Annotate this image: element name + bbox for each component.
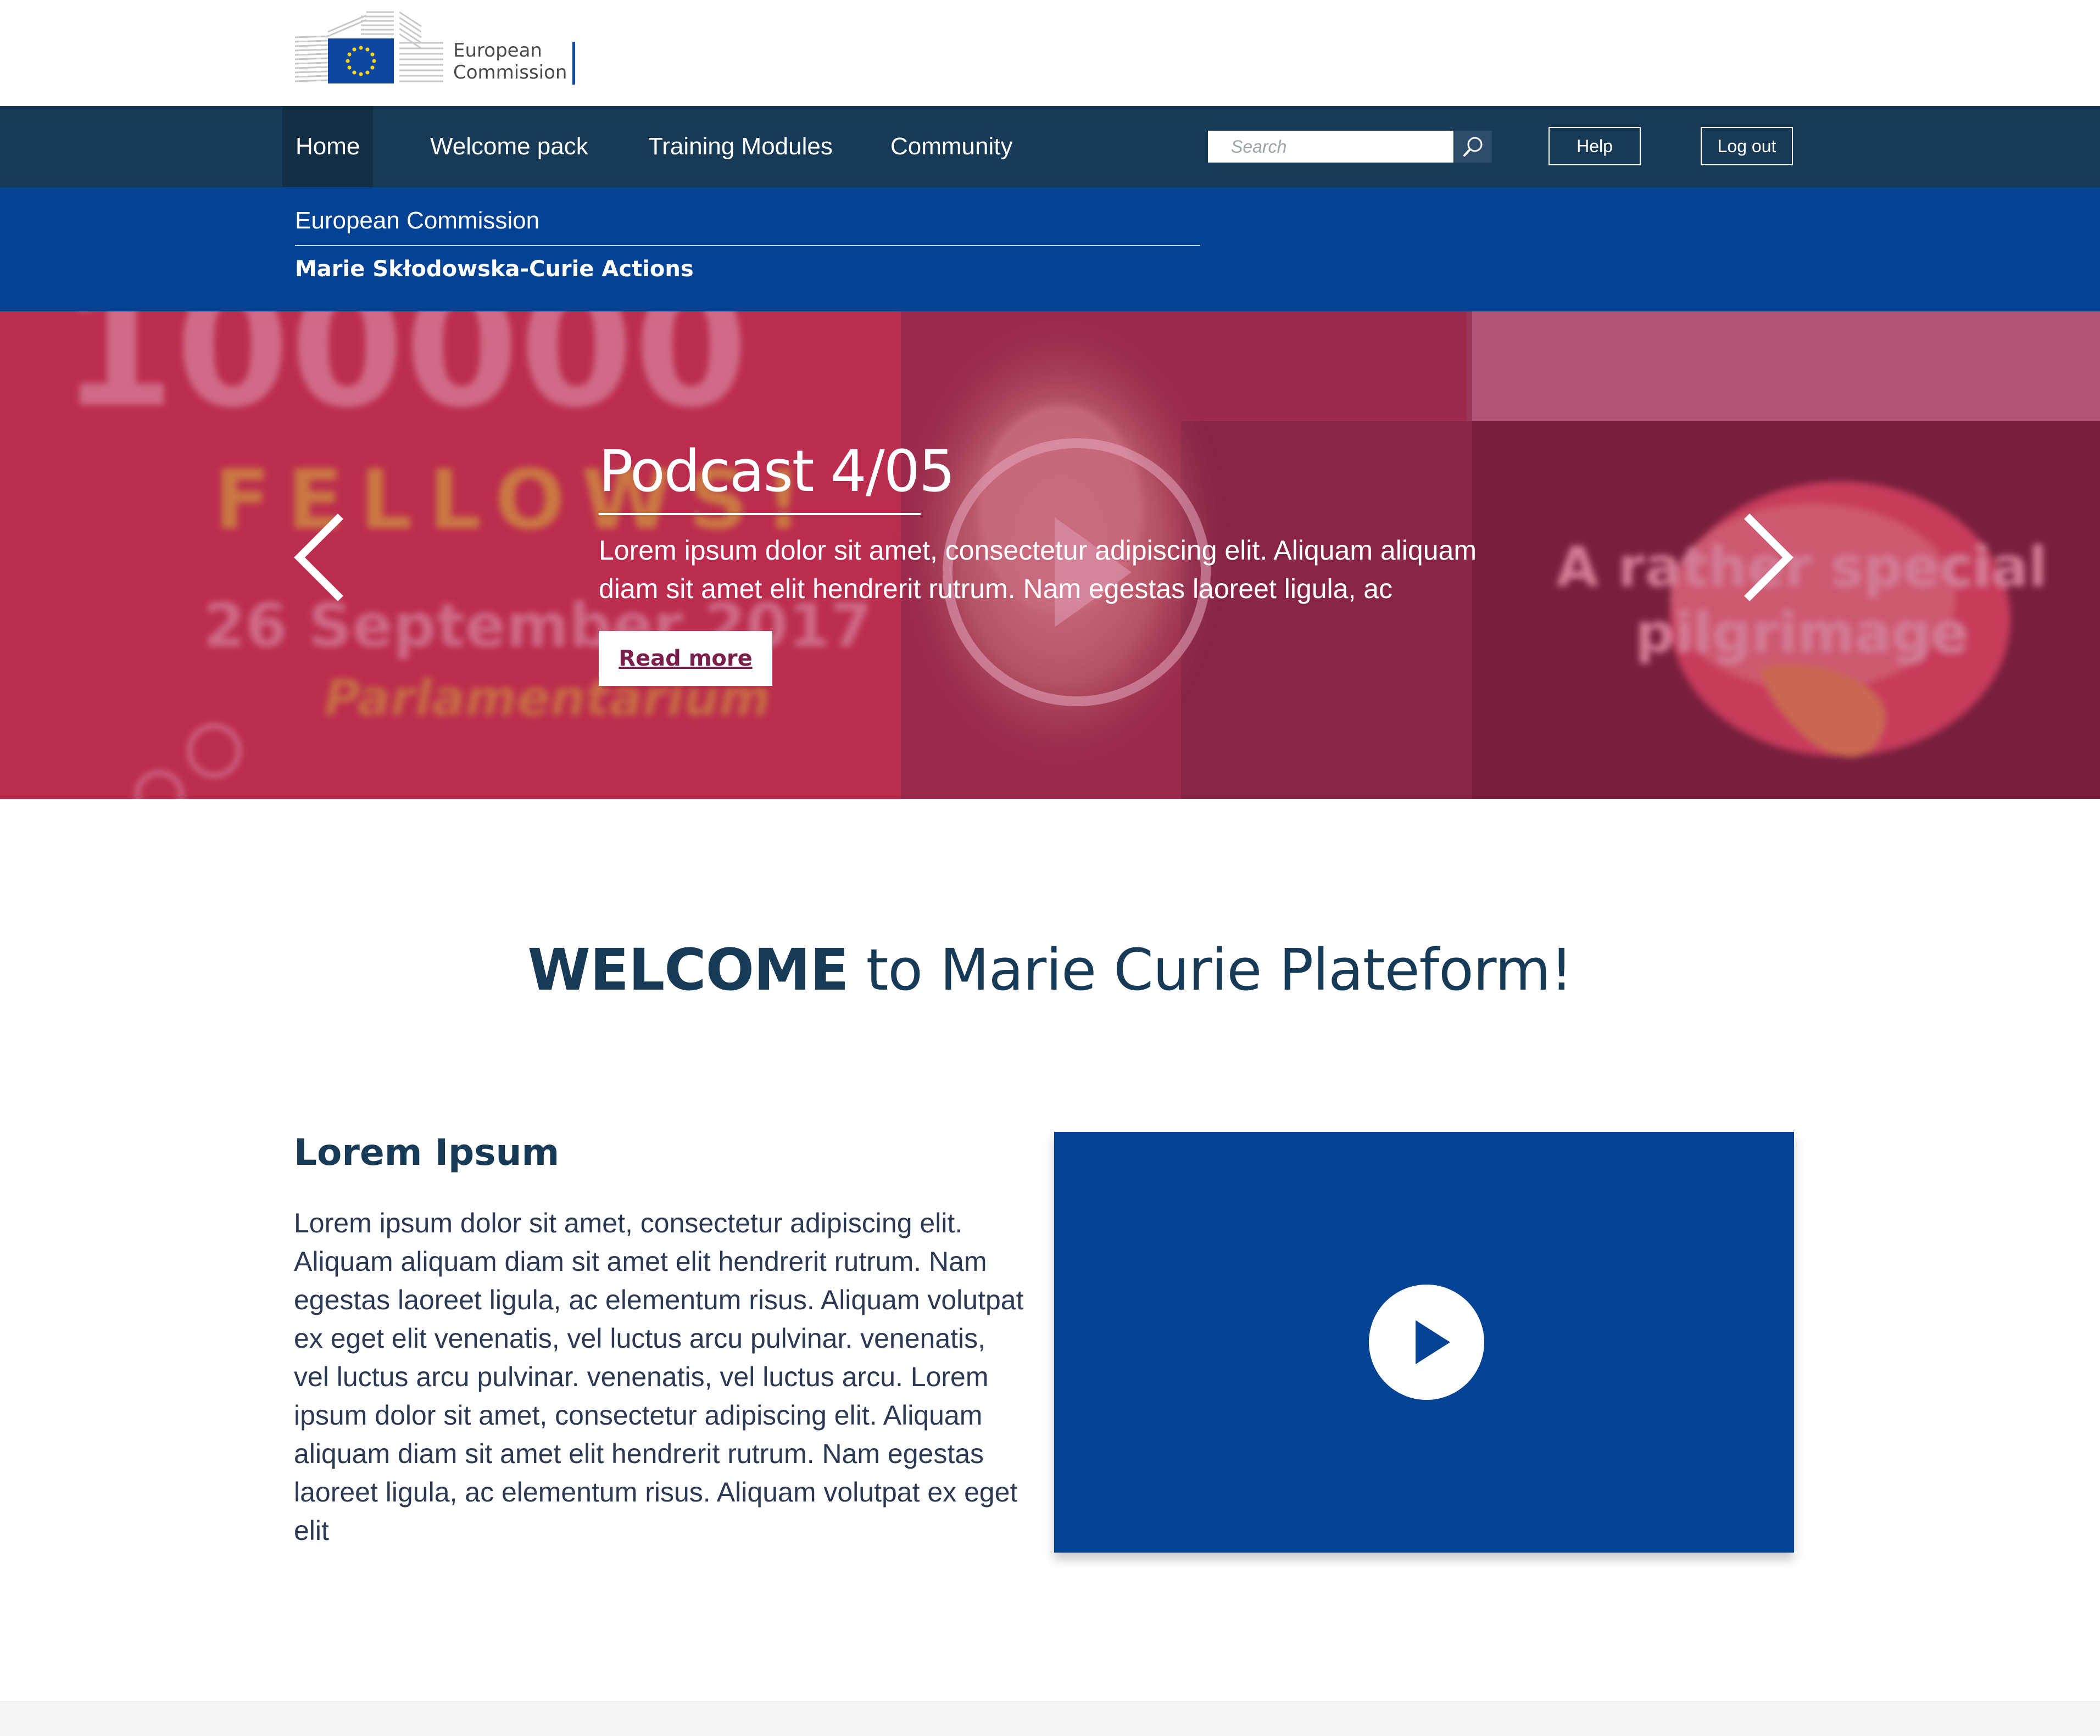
eu-flag-icon xyxy=(328,38,394,83)
hero-description: Lorem ipsum dolor sit amet, consectetur … xyxy=(599,535,1477,604)
hero-title-underline xyxy=(599,513,921,515)
logout-button[interactable]: Log out xyxy=(1701,127,1793,165)
logo-line2: Commission xyxy=(453,62,567,83)
search-button[interactable] xyxy=(1455,131,1492,163)
help-button[interactable]: Help xyxy=(1548,127,1641,165)
welcome-rest: to Marie Curie Plateform! xyxy=(848,936,1573,1003)
logo-separator xyxy=(572,42,575,85)
footer-strip xyxy=(0,1701,2100,1736)
european-commission-logo[interactable]: European Commission xyxy=(295,10,581,87)
site-title-band: European Commission Marie Skłodowska-Cur… xyxy=(0,187,2100,311)
section-title: Lorem Ipsum xyxy=(294,1131,560,1174)
read-more-button[interactable]: Read more xyxy=(599,631,772,686)
carousel-prev-arrow-icon[interactable] xyxy=(291,513,346,601)
play-icon[interactable] xyxy=(1369,1285,1484,1400)
nav-item-community[interactable]: Community xyxy=(890,106,1013,187)
site-owner-link[interactable]: European Commission xyxy=(295,207,539,235)
logo-line1: European xyxy=(453,40,542,62)
section-text: Lorem ipsum dolor sit amet, consectetur … xyxy=(294,1208,1024,1546)
main-nav: Home Welcome pack Training Modules Commu… xyxy=(0,106,2100,187)
welcome-heading: WELCOME to Marie Curie Plateform! xyxy=(0,936,2100,1003)
hero-title: Podcast 4/05 xyxy=(599,438,955,505)
search-input[interactable] xyxy=(1208,131,1453,163)
logo-text: European Commission xyxy=(453,40,567,83)
logo-bar: European Commission xyxy=(0,0,2100,106)
hero-carousel: 100000 FELLOWS! 26 September 2017 Parlam… xyxy=(0,311,2100,799)
nav-item-home[interactable]: Home xyxy=(282,106,374,187)
logo-building-right-icon xyxy=(399,11,443,82)
nav-item-training-modules[interactable]: Training Modules xyxy=(648,106,833,187)
site-title[interactable]: Marie Skłodowska-Curie Actions xyxy=(295,256,694,282)
band-divider xyxy=(295,245,1200,246)
welcome-bold: WELCOME xyxy=(527,936,849,1003)
search-icon xyxy=(1463,137,1483,157)
video-player[interactable] xyxy=(1054,1132,1794,1553)
nav-item-welcome-pack[interactable]: Welcome pack xyxy=(430,106,588,187)
carousel-next-arrow-icon[interactable] xyxy=(1741,513,1796,601)
